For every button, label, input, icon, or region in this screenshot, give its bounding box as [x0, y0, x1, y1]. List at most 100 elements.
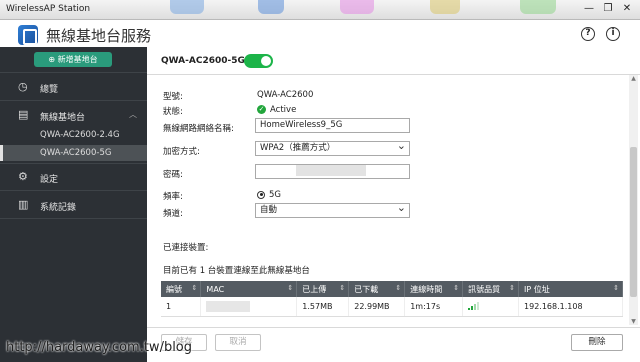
- clock-icon: ◷: [18, 80, 28, 93]
- scroll-down-icon[interactable]: ▼: [629, 318, 638, 325]
- info-icon[interactable]: i: [606, 27, 620, 41]
- divider: [0, 190, 147, 191]
- app-logo-icon: [18, 25, 38, 45]
- check-icon: ✓: [257, 105, 266, 114]
- main-panel: QWA-AC2600-5G 型號: QWA-AC2600 狀態: ✓ Active…: [147, 47, 640, 362]
- sidebar-subitem-2g[interactable]: QWA-AC2600-2.4G: [0, 127, 147, 143]
- cancel-button[interactable]: 取消: [215, 334, 261, 351]
- window-titlebar: WirelessAP Station — ❐ ✕: [0, 0, 640, 20]
- sort-icon: ⇕: [339, 284, 346, 292]
- cell-signal: [462, 297, 520, 317]
- sort-icon: ⇕: [453, 284, 460, 292]
- divider: [0, 72, 147, 73]
- help-icon[interactable]: ?: [581, 27, 595, 41]
- channel-select[interactable]: 自動: [255, 201, 410, 218]
- column-header[interactable]: 已上傳 ⇕: [296, 281, 350, 297]
- plus-icon: ⊕: [48, 55, 58, 64]
- sidebar: ⊕ 新增基地台 ◷ 總覽 ▤ 無線基地台 ︿ QWA-AC2600-2.4G Q…: [0, 47, 147, 362]
- cell-ip: 192.168.1.108: [518, 297, 623, 317]
- column-header[interactable]: 編號 ⇕: [161, 281, 202, 297]
- ssid-title: QWA-AC2600-5G: [161, 56, 245, 66]
- cell-time: 1m:17s: [404, 297, 464, 317]
- channel-select-value: 自動: [260, 205, 278, 215]
- scrollbar-thumb[interactable]: [630, 147, 637, 297]
- status-indicator: ✓ Active: [257, 105, 296, 115]
- table-row[interactable]: 1 1.57MB 22.99MB 1m:17s 192.168.1.108: [161, 297, 623, 317]
- taskbar-thumbnail: [520, 0, 556, 14]
- divider: [0, 100, 147, 101]
- app-header: 無線基地台服務 ? i: [0, 20, 640, 47]
- radio-selected-icon: [257, 190, 265, 199]
- column-header[interactable]: IP 位址 ⇕: [518, 281, 623, 297]
- sidebar-item-label: 系統記錄: [40, 203, 77, 213]
- sidebar-subitem-label: QWA-AC2600-5G: [40, 148, 112, 158]
- model-label: 型號:: [163, 92, 183, 102]
- password-label: 密碼:: [163, 170, 183, 180]
- add-ap-label: 新增基地台: [57, 55, 98, 64]
- add-ap-button[interactable]: ⊕ 新增基地台: [34, 52, 112, 67]
- sort-icon: ⇕: [613, 284, 619, 292]
- sidebar-item-settings[interactable]: ⚙ 設定: [0, 164, 147, 190]
- window-title: WirelessAP Station: [6, 4, 91, 14]
- sort-icon: ⇕: [287, 284, 294, 292]
- band-value: 5G: [269, 190, 281, 200]
- column-header[interactable]: MAC ⇕: [200, 281, 298, 297]
- taskbar-thumbnail: [340, 0, 374, 14]
- security-select[interactable]: WPA2（推薦方式）: [255, 139, 410, 156]
- watermark-text: http://hardaway.com.tw/blog: [6, 340, 193, 355]
- channel-label: 頻道:: [163, 209, 183, 219]
- password-input[interactable]: [255, 164, 410, 179]
- taskbar-thumbnail: [170, 0, 204, 14]
- sidebar-subitem-label: QWA-AC2600-2.4G: [40, 130, 120, 140]
- chevron-up-icon[interactable]: ︿: [129, 109, 137, 120]
- vertical-scrollbar[interactable]: ▲ ▼: [629, 75, 638, 325]
- column-header[interactable]: 連線時間 ⇕: [404, 281, 464, 297]
- ssid-label: 無線網路網絡名稱:: [163, 124, 234, 134]
- connected-summary: 目前已有 1 台裝置連線至此無線基地台: [163, 266, 310, 276]
- sort-icon: ⇕: [395, 284, 402, 292]
- sidebar-item-system-logs[interactable]: ▥ 系統記錄: [0, 192, 147, 218]
- taskbar-thumbnail: [430, 0, 460, 14]
- sidebar-item-access-points[interactable]: ▤ 無線基地台 ︿: [0, 102, 147, 128]
- signal-strength-icon: [468, 302, 480, 311]
- footer-bar: 儲存 取消 刪除: [147, 327, 640, 362]
- connected-title: 已連接裝置:: [163, 243, 209, 253]
- sidebar-item-label: 無線基地台: [40, 113, 86, 123]
- status-label: 狀態:: [163, 107, 183, 117]
- cell-id: 1: [161, 297, 202, 317]
- status-value: Active: [270, 105, 297, 115]
- scroll-up-icon[interactable]: ▲: [629, 75, 638, 82]
- cell-mac: [200, 297, 298, 317]
- ssid-input[interactable]: HomeWireless9_5G: [255, 118, 410, 133]
- sort-icon: ⇕: [509, 284, 516, 292]
- model-value: QWA-AC2600: [257, 90, 314, 100]
- sidebar-item-label: 設定: [40, 175, 59, 185]
- sort-icon: ⇕: [191, 284, 198, 292]
- password-masked: [296, 165, 366, 176]
- security-select-value: WPA2（推薦方式）: [260, 143, 336, 153]
- sidebar-item-label: 總覽: [40, 85, 59, 95]
- sidebar-subitem-5g[interactable]: QWA-AC2600-5G: [0, 145, 147, 161]
- cell-downloaded: 22.99MB: [348, 297, 406, 317]
- delete-button[interactable]: 刪除: [571, 334, 623, 351]
- enable-toggle[interactable]: [244, 54, 273, 68]
- table-header-row: 編號 ⇕ MAC ⇕ 已上傳 ⇕ 已下載 ⇕ 連線時間 ⇕ 訊號品質 ⇕ IP 位址 ⇕: [161, 281, 623, 297]
- sidebar-item-overview[interactable]: ◷ 總覽: [0, 74, 147, 100]
- gear-icon: ⚙: [18, 170, 28, 183]
- chart-icon: ▥: [18, 198, 29, 211]
- minimize-button[interactable]: —: [580, 2, 598, 16]
- band-radio[interactable]: 5G: [257, 190, 281, 200]
- column-header[interactable]: 訊號品質 ⇕: [462, 281, 520, 297]
- divider: [0, 218, 147, 219]
- wifi-icon: ▤: [18, 108, 29, 121]
- ssid-header: QWA-AC2600-5G: [147, 47, 640, 75]
- band-label: 頻率:: [163, 192, 183, 202]
- mac-masked: [206, 300, 251, 312]
- devices-table: 編號 ⇕ MAC ⇕ 已上傳 ⇕ 已下載 ⇕ 連線時間 ⇕ 訊號品質 ⇕ IP 位址 ⇕ 1 …: [161, 281, 623, 317]
- close-button[interactable]: ✕: [618, 2, 636, 16]
- taskbar-thumbnail: [258, 0, 284, 14]
- maximize-button[interactable]: ❐: [599, 2, 617, 16]
- cell-uploaded: 1.57MB: [296, 297, 350, 317]
- column-header[interactable]: 已下載 ⇕: [348, 281, 406, 297]
- security-label: 加密方式:: [163, 147, 200, 157]
